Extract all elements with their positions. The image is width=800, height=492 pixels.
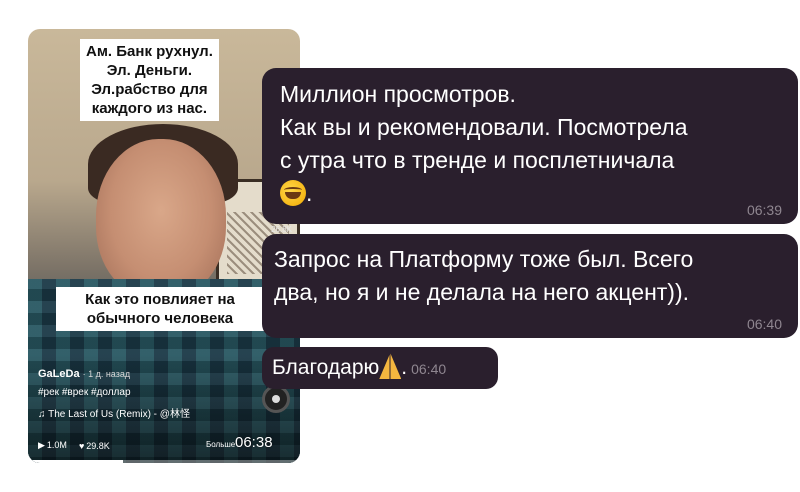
plays-stat: ▶ 1.0M bbox=[38, 440, 67, 450]
post-date: · 1 д. назад bbox=[82, 369, 131, 379]
video-caption-bottom: Как это повлияет на обычного человека bbox=[56, 287, 264, 331]
author-name[interactable]: GaLeDa bbox=[38, 368, 80, 380]
person-face bbox=[96, 139, 226, 299]
play-icon: ▶ bbox=[38, 440, 45, 450]
views-count-small: 26.8K bbox=[271, 225, 292, 234]
heart-icon: ♥ bbox=[78, 440, 85, 451]
music-disc-icon[interactable] bbox=[262, 385, 290, 413]
chat-message-1[interactable]: Миллион просмотров. Как вы и рекомендова… bbox=[262, 68, 798, 224]
chat-message-2[interactable]: Запрос на Платформу тоже был. Всего два,… bbox=[262, 234, 798, 338]
message-time: 06:40 bbox=[746, 316, 782, 332]
more-button[interactable]: Больше bbox=[206, 440, 235, 449]
video-caption-top: Ам. Банк рухнул. Эл. Деньги. Эл.рабство … bbox=[80, 39, 219, 121]
message-text: Миллион просмотров. Как вы и рекомендова… bbox=[280, 81, 688, 206]
tiktok-video-card[interactable]: Ам. Банк рухнул. Эл. Деньги. Эл.рабство … bbox=[28, 29, 300, 463]
message-text: Запрос на Платформу тоже был. Всего два,… bbox=[274, 246, 694, 305]
video-timestamp: 06:38 bbox=[235, 434, 273, 451]
video-stats: ▶ 1.0M ♥ 29.8K bbox=[38, 440, 110, 451]
likes-stat[interactable]: ♥ 29.8K bbox=[79, 441, 110, 451]
video-music[interactable]: ♫ The Last of Us (Remix) - @林怪 bbox=[38, 405, 190, 420]
message-text: Благодарю. 06:40 bbox=[272, 351, 488, 386]
message-time: 06:40 bbox=[411, 361, 447, 377]
video-progress-fill bbox=[28, 460, 124, 463]
video-hashtags[interactable]: #рек #врек #доллар bbox=[38, 387, 131, 398]
rofl-emoji-icon bbox=[280, 180, 306, 206]
message-time: 06:39 bbox=[746, 202, 782, 218]
chat-message-3[interactable]: Благодарю. 06:40 bbox=[262, 347, 498, 389]
video-author[interactable]: GaLeDa · 1 д. назад bbox=[38, 368, 130, 380]
pray-emoji-icon bbox=[379, 353, 402, 379]
video-progress-bar[interactable] bbox=[28, 460, 300, 463]
